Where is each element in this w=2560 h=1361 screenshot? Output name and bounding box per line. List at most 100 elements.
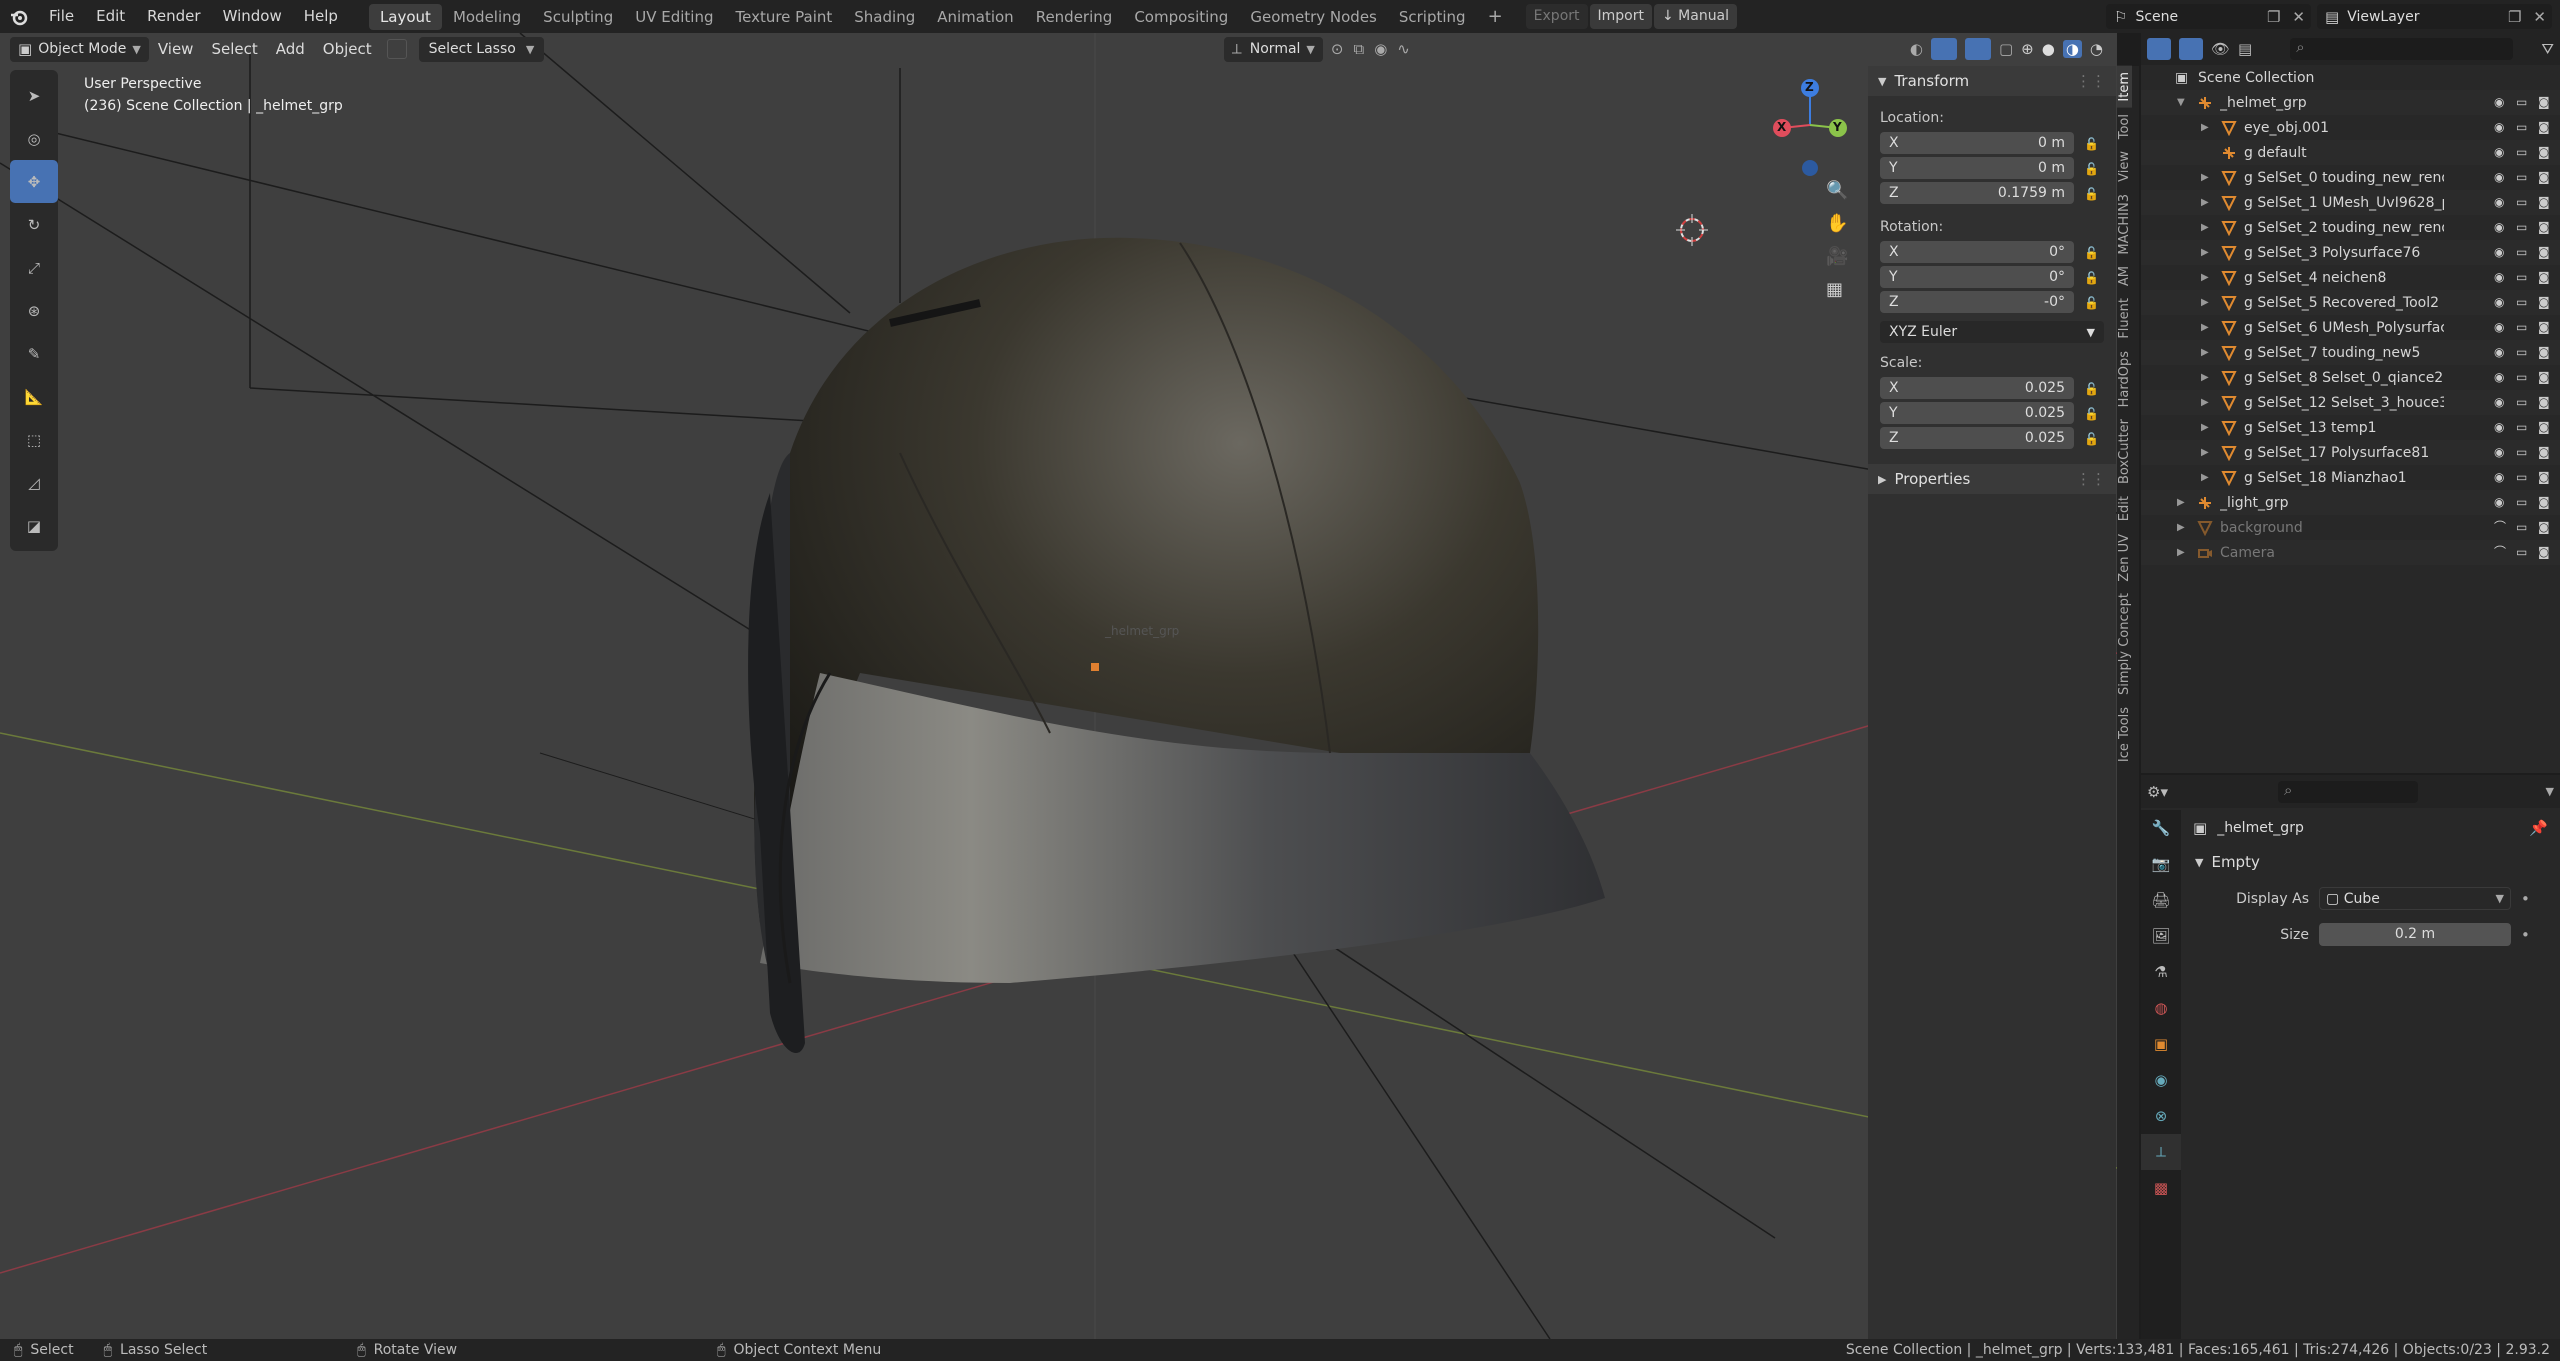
measure-tool-icon[interactable]: 📐 [10, 375, 58, 418]
tab-layout[interactable]: Layout [368, 3, 442, 30]
tab-boxcutter[interactable]: BoxCutter [2117, 413, 2132, 490]
close-view-layer-icon[interactable]: ✕ [2527, 8, 2552, 26]
outliner-row[interactable]: ▶ Camera ⌒ ▭ ◙ [2141, 540, 2560, 565]
add-workspace-button[interactable]: + [1477, 4, 1514, 30]
tab-ice-tools[interactable]: Ice Tools [2117, 701, 2132, 768]
chevron-right-icon[interactable]: ▶ [2201, 222, 2215, 233]
render-toggle-icon[interactable]: ◙ [2538, 545, 2552, 559]
close-scene-icon[interactable]: ✕ [2286, 8, 2311, 26]
drag-handle-icon[interactable]: ⋮⋮ [2076, 470, 2106, 488]
rotation-z-field[interactable]: Z -0° [1880, 291, 2074, 313]
render-toggle-icon[interactable]: ◙ [2538, 395, 2552, 409]
eye-icon[interactable]: ◉ [2494, 445, 2508, 459]
chevron-right-icon[interactable]: ▶ [2201, 247, 2215, 258]
chevron-right-icon[interactable]: ▶ [2201, 197, 2215, 208]
chevron-right-icon[interactable]: ▶ [2201, 372, 2215, 383]
tab-zen-uv[interactable]: Zen UV [2117, 528, 2132, 588]
select-tool-icon[interactable]: ➤ [10, 74, 58, 117]
select-menu[interactable]: Select [202, 40, 266, 58]
outliner-row[interactable]: ▶g default◉▭◙ [2141, 140, 2560, 165]
chevron-right-icon[interactable]: ▶ [2201, 272, 2215, 283]
eye-icon[interactable]: ◉ [2494, 220, 2508, 234]
mode-selector[interactable]: ▣ Object Mode ▼ [10, 36, 149, 62]
menu-help[interactable]: Help [293, 0, 349, 33]
lock-icon[interactable]: 🔓 🔓 🔓 [2084, 241, 2104, 316]
scale-tool-icon[interactable]: ⤢ [10, 246, 58, 289]
outliner-editor-type-icon[interactable] [2147, 38, 2171, 60]
render-toggle-icon[interactable]: ◙ [2538, 520, 2552, 534]
tab-machin3[interactable]: MACHIN3 [2117, 188, 2132, 261]
render-toggle-icon[interactable]: ◙ [2538, 120, 2552, 134]
pin-icon[interactable]: 📌 [2529, 819, 2548, 837]
eye-icon[interactable]: ◉ [2494, 270, 2508, 284]
export-button[interactable]: Export [1525, 4, 1588, 29]
object-menu[interactable]: Object [314, 40, 381, 58]
bevel-tool-icon[interactable]: ◿ [10, 461, 58, 504]
outliner-row[interactable]: ▶ g SelSet_6 UMesh_Polysurface ◉ ▭ ◙ [2141, 315, 2560, 340]
rotation-x-field[interactable]: X 0° [1880, 241, 2074, 263]
render-toggle-icon[interactable]: ◙ [2538, 420, 2552, 434]
output-properties-icon[interactable]: 🖨 [2141, 882, 2181, 918]
viewport-toggle-icon[interactable]: ▭ [2516, 295, 2530, 309]
copy-scene-icon[interactable]: ❐ [2261, 8, 2286, 26]
select-lasso-dropdown[interactable]: Select Lasso ▼ [418, 36, 545, 62]
tab-rendering[interactable]: Rendering [1025, 4, 1124, 30]
eye-icon[interactable]: ◉ [2494, 495, 2508, 509]
properties-header[interactable]: ▶ Properties ⋮⋮ [1868, 464, 2116, 494]
view-layer-selector[interactable]: ▤ ViewLayer ❐ ✕ [2317, 4, 2552, 29]
chevron-right-icon[interactable]: ▶ [2177, 522, 2191, 533]
eye-icon[interactable]: ⌒ [2494, 520, 2508, 534]
display-mode-icon[interactable]: ▤ [2238, 40, 2252, 58]
scale-x-field[interactable]: X 0.025 [1880, 377, 2074, 399]
menu-render[interactable]: Render [136, 0, 211, 33]
keyframe-dot-icon[interactable]: • [2521, 890, 2530, 908]
render-toggle-icon[interactable]: ◙ [2538, 295, 2552, 309]
size-field[interactable]: 0.2 m [2319, 923, 2511, 946]
viewport-toggle-icon[interactable]: ▭ [2516, 120, 2530, 134]
viewport-toggle-icon[interactable]: ▭ [2516, 445, 2530, 459]
cursor-tool-icon[interactable]: ◎ [10, 117, 58, 160]
add-cube-tool-icon[interactable]: ⬚ [10, 418, 58, 461]
render-toggle-icon[interactable]: ◙ [2538, 445, 2552, 459]
object-data-properties-icon[interactable]: ⟂ [2141, 1134, 2181, 1170]
eye-icon[interactable]: ◉ [2494, 370, 2508, 384]
outliner-row[interactable]: ▶ g SelSet_8 Selset_0_qiance2 ◉ ▭ ◙ [2141, 365, 2560, 390]
3d-viewport[interactable] [0, 33, 2117, 1339]
chevron-right-icon[interactable]: ▶ [2201, 447, 2215, 458]
rotation-y-field[interactable]: Y 0° [1880, 266, 2074, 288]
outliner-row[interactable]: ▼ _helmet_grp ◉ ▭ ◙ [2141, 90, 2560, 115]
tab-shading[interactable]: Shading [843, 4, 926, 30]
display-as-dropdown[interactable]: ▢ Cube ▼ [2319, 887, 2511, 910]
viewport-toggle-icon[interactable]: ▭ [2516, 420, 2530, 434]
outliner-root[interactable]: ▣ Scene Collection [2141, 65, 2560, 90]
chevron-right-icon[interactable]: ▶ [2201, 322, 2215, 333]
tab-animation[interactable]: Animation [926, 4, 1024, 30]
viewport-toggle-icon[interactable]: ▭ [2516, 145, 2530, 159]
render-toggle-icon[interactable]: ◙ [2538, 220, 2552, 234]
viewport-toggle-icon[interactable]: ▭ [2516, 520, 2530, 534]
render-properties-icon[interactable]: 📷 [2141, 846, 2181, 882]
chevron-right-icon[interactable]: ▶ [2177, 547, 2191, 558]
render-toggle-icon[interactable]: ◙ [2538, 270, 2552, 284]
chevron-right-icon[interactable]: ▶ [2201, 397, 2215, 408]
menu-file[interactable]: File [38, 0, 85, 33]
transform-header[interactable]: ▼ Transform ⋮⋮ [1868, 66, 2116, 96]
filter-icon[interactable]: ⛛ [2541, 40, 2554, 58]
tab-modeling[interactable]: Modeling [442, 4, 532, 30]
zoom-icon[interactable]: 🔍 [1826, 180, 1854, 201]
chevron-right-icon[interactable]: ▶ [2201, 472, 2215, 483]
eye-icon[interactable]: 👁 [2211, 40, 2230, 58]
tab-compositing[interactable]: Compositing [1123, 4, 1239, 30]
outliner-row[interactable]: ▶ g SelSet_13 temp1 ◉ ▭ ◙ [2141, 415, 2560, 440]
proportional-edit-icon[interactable]: ◉ [1374, 40, 1387, 58]
scale-z-field[interactable]: Z 0.025 [1880, 427, 2074, 449]
viewport-toggle-icon[interactable]: ▭ [2516, 345, 2530, 359]
keyframe-dot-icon[interactable]: • [2521, 926, 2530, 944]
viewport-toggle-icon[interactable]: ▭ [2516, 95, 2530, 109]
menu-edit[interactable]: Edit [85, 0, 136, 33]
chevron-down-icon[interactable]: ▼ [2546, 785, 2554, 798]
camera-view-icon[interactable]: 🎥 [1826, 246, 1854, 267]
viewport-toggle-icon[interactable]: ▭ [2516, 320, 2530, 334]
view-menu[interactable]: View [149, 40, 203, 58]
render-toggle-icon[interactable]: ◙ [2538, 170, 2552, 184]
